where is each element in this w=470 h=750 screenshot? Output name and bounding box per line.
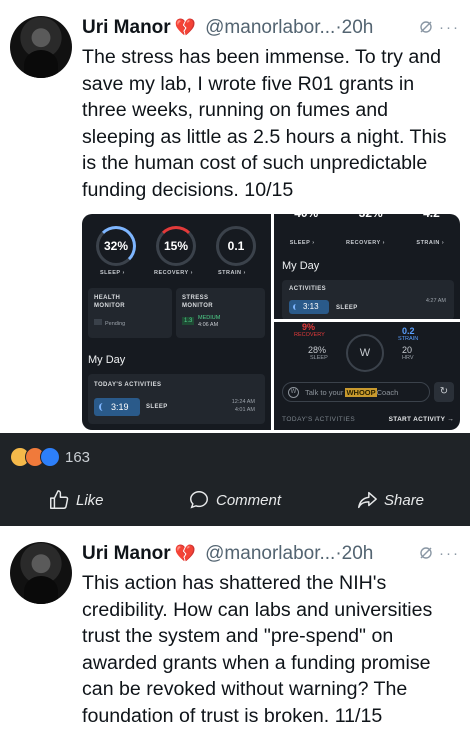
whoop-logo-icon: W: [346, 334, 384, 372]
activities-card[interactable]: ACTIVITIES 3:13 SLEEP 4:27 AM: [282, 280, 454, 319]
share-icon: [358, 491, 377, 509]
stress-monitor-card[interactable]: STRESS MONITOR 1.3 MEDIUM 4:06 AM: [176, 288, 265, 338]
more-icon[interactable]: ···: [439, 19, 460, 36]
post-1: Uri Manor 💔 @manorlabor...·20h ··· The st…: [0, 0, 470, 433]
post-header: Uri Manor 💔 @manorlabor...·20h ···: [82, 14, 460, 42]
post-tools[interactable]: ···: [419, 14, 460, 42]
pending-text: Pending: [105, 321, 126, 327]
thumbs-up-icon: [50, 490, 69, 509]
todays-activities-card[interactable]: TODAY'S ACTIVITIES 3:19 SLEEP 12:24 AM 4…: [88, 374, 265, 424]
post-text: This action has shattered the NIH's cred…: [82, 572, 433, 727]
post-2: Uri Manor 💔 @manorlabor...·20h ··· This a…: [0, 526, 470, 750]
reaction-summary[interactable]: 163: [10, 443, 90, 471]
post-text: The stress has been immense. To try and …: [82, 46, 447, 201]
start-activity-button[interactable]: START ACTIVITY →: [389, 416, 454, 423]
sleep-label[interactable]: SLEEP ›: [100, 270, 125, 276]
sleep-ring: 32%: [96, 226, 136, 266]
reaction-bar: 163 Like Comment Share: [0, 433, 470, 526]
whoop-w-icon: W: [288, 387, 299, 398]
author-handle[interactable]: @manorlabor...: [205, 17, 335, 38]
grok-icon[interactable]: [419, 20, 433, 34]
coach-input[interactable]: W Talk to your WHOOPCoach: [282, 382, 430, 402]
author-handle[interactable]: @manorlabor...: [205, 543, 335, 564]
health-monitor-card[interactable]: HEALTH MONITOR Pending: [88, 288, 172, 338]
whoop-screenshot-3[interactable]: 9% RECOVERY 28% SLEEP W 0.2 STRAIN 20 HR…: [274, 322, 460, 430]
author-name[interactable]: Uri Manor: [82, 17, 171, 38]
strain-ring: 0.1: [216, 226, 256, 266]
author-name[interactable]: Uri Manor: [82, 543, 171, 564]
my-day-heading: My Day: [88, 354, 126, 366]
whoop-screenshot-1[interactable]: 32% 15% 0.1 SLEEP › RECOVERY › STRAIN › …: [82, 214, 271, 430]
strain-label[interactable]: STRAIN ›: [218, 270, 246, 276]
action-row: Like Comment Share: [0, 481, 470, 521]
comment-button[interactable]: Comment: [188, 489, 281, 511]
post-time: ·20h: [335, 543, 374, 564]
broken-heart-icon: 💔: [174, 544, 196, 563]
broken-heart-icon: 💔: [174, 18, 196, 37]
reaction-count: 163: [65, 448, 91, 466]
post-header: Uri Manor 💔 @manorlabor...·20h ···: [82, 540, 460, 568]
grok-icon[interactable]: [419, 546, 433, 560]
avatar[interactable]: [10, 542, 72, 604]
send-icon[interactable]: ↻: [434, 382, 454, 402]
recovery-label[interactable]: RECOVERY ›: [154, 270, 193, 276]
sleep-activity[interactable]: 3:19: [94, 398, 140, 416]
post-time: ·20h: [335, 17, 374, 38]
post-tools[interactable]: ···: [419, 540, 460, 568]
share-button[interactable]: Share: [356, 489, 424, 511]
my-day-heading-2: My Day: [282, 260, 320, 272]
more-icon[interactable]: ···: [439, 545, 460, 562]
media-grid[interactable]: 32% 15% 0.1 SLEEP › RECOVERY › STRAIN › …: [82, 214, 460, 430]
like-reaction-icon: [40, 447, 60, 467]
whoop-screenshot-2[interactable]: 40% 32% 4.2 SLEEP › RECOVERY › STRAIN › …: [274, 214, 460, 319]
avatar[interactable]: [10, 16, 72, 78]
like-button[interactable]: Like: [48, 489, 104, 511]
recovery-ring: 15%: [156, 226, 196, 266]
comment-icon: [190, 491, 208, 509]
